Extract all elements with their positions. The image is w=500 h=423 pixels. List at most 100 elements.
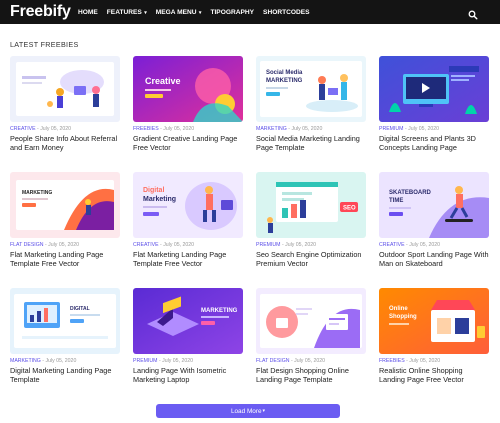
chevron-down-icon: ▾ (262, 408, 266, 414)
menu-item-label: FEATURES (106, 8, 142, 16)
post-thumbnail[interactable]: Social Media MARKETING (256, 56, 366, 122)
load-more-button[interactable]: Load More ▾ (156, 404, 340, 418)
post-title[interactable]: Social Media Marketing Landing Page Temp… (256, 134, 366, 152)
menu-item-shortcodes[interactable]: SHORTCODES (263, 9, 310, 16)
menu-item-home[interactable]: HOME (78, 9, 98, 16)
load-more-label: Load More (230, 407, 262, 415)
post-category[interactable]: CREATIVE (133, 242, 159, 248)
post-meta: CREATIVE - July 05, 2020 (10, 126, 72, 132)
post-date: July 05, 2020 (162, 358, 193, 364)
thumb-text: Digital (143, 187, 164, 194)
thumb-text: Social Media (266, 70, 303, 76)
post-thumbnail[interactable] (10, 56, 120, 122)
menu-item-features[interactable]: FEATURES ▾ (107, 9, 147, 16)
post-category[interactable]: FLAT DESIGN (10, 242, 44, 248)
post-thumbnail[interactable]: DIGITAL (10, 288, 120, 354)
post-card[interactable]: CREATIVE - July 05, 2020 People Share In… (10, 56, 120, 172)
post-date: July 05, 2020 (163, 126, 195, 132)
post-date: July 05, 2020 (294, 358, 326, 364)
menu-item-tipography[interactable]: TIPOGRAPHY (210, 9, 254, 16)
post-title[interactable]: People Share Info About Referral and Ear… (10, 134, 120, 152)
thumb-text: Creative (145, 76, 181, 86)
post-card[interactable]: SKATEBOARD TIME CREATIVE - July 05, 2020… (379, 172, 489, 288)
post-title[interactable]: Realistic Online Shopping Landing Page F… (379, 366, 489, 384)
post-card[interactable]: Creative FREEBIES - July 05, 2020 Gradie… (133, 56, 243, 172)
post-meta: PREMIUM - July 05, 2020 (256, 242, 316, 248)
post-category[interactable]: PREMIUM (256, 242, 281, 248)
thumb-text: SKATEBOARD (389, 190, 432, 196)
post-meta: FLAT DESIGN - July 05, 2020 (256, 358, 326, 364)
post-date: July 05, 2020 (163, 242, 195, 248)
main-menu: HOME FEATURES ▾ MEGA MENU ▾ TIPOGRAPHY S… (78, 9, 319, 16)
post-category[interactable]: MARKETING (256, 126, 287, 132)
thumb-text: MARKETING (22, 190, 52, 196)
post-card[interactable]: FLAT DESIGN - July 05, 2020 Flat Design … (256, 288, 366, 404)
post-title[interactable]: Flat Marketing Landing Page Template Fre… (133, 250, 243, 268)
post-date: July 05, 2020 (291, 126, 323, 132)
post-thumbnail[interactable]: SEO (256, 172, 366, 238)
post-thumbnail[interactable]: Creative (133, 56, 243, 122)
post-category[interactable]: PREMIUM (133, 358, 158, 364)
post-title[interactable]: Flat Design Shopping Online Landing Page… (256, 366, 366, 384)
search-button[interactable] (468, 7, 478, 20)
post-thumbnail[interactable]: MARKETING (10, 172, 120, 238)
menu-item-label: MEGA MENU (155, 8, 197, 16)
post-title[interactable]: Landing Page With Isometric Marketing La… (133, 366, 243, 384)
post-meta: MARKETING - July 05, 2020 (10, 358, 77, 364)
post-category[interactable]: FLAT DESIGN (256, 358, 290, 364)
post-thumbnail[interactable] (256, 288, 366, 354)
post-category[interactable]: CREATIVE (379, 242, 405, 248)
post-thumbnail[interactable]: MARKETING (133, 288, 243, 354)
post-category[interactable]: CREATIVE (10, 126, 36, 132)
post-date: July 05, 2020 (40, 126, 72, 132)
post-meta: FREEBIES - July 05, 2020 (379, 358, 441, 364)
post-category[interactable]: FREEBIES (133, 126, 159, 132)
search-icon (468, 10, 478, 20)
post-title[interactable]: Digital Marketing Landing Page Template (10, 366, 120, 384)
post-date: July 05, 2020 (45, 358, 77, 364)
post-category[interactable]: PREMIUM (379, 126, 404, 132)
post-date: July 05, 2020 (409, 242, 441, 248)
thumb-text: Shopping (389, 314, 417, 320)
post-card[interactable]: Social Media MARKETING MARKETING - July … (256, 56, 366, 172)
menu-item-label: TIPOGRAPHY (210, 8, 255, 16)
thumb-text: Marketing (143, 196, 176, 203)
post-card[interactable]: DIGITAL MARKETING - July 05, 2020 Digita… (10, 288, 120, 404)
thumb-text: MARKETING (201, 308, 238, 314)
post-meta: CREATIVE - July 05, 2020 (379, 242, 441, 248)
post-title[interactable]: Seo Search Engine Optimization Premium V… (256, 250, 366, 268)
post-category[interactable]: FREEBIES (379, 358, 405, 364)
thumb-text: Online (389, 306, 408, 312)
post-date: July 05, 2020 (409, 358, 441, 364)
section-title: LATEST FREEBIES (10, 40, 79, 49)
menu-item-label: HOME (78, 8, 98, 16)
menu-item-label: SHORTCODES (263, 8, 310, 16)
post-meta: FLAT DESIGN - July 05, 2020 (10, 242, 80, 248)
post-category[interactable]: MARKETING (10, 358, 41, 364)
post-thumbnail[interactable]: Online Shopping (379, 288, 489, 354)
thumb-text: TIME (389, 198, 403, 204)
post-title[interactable]: Gradient Creative Landing Page Free Vect… (133, 134, 243, 152)
post-date: July 05, 2020 (408, 126, 439, 132)
chevron-down-icon: ▾ (197, 9, 202, 16)
post-date: July 05, 2020 (48, 242, 80, 248)
post-card[interactable]: SEO PREMIUM - July 05, 2020 Seo Search E… (256, 172, 366, 288)
post-card[interactable]: Online Shopping FREEBIES - July 05, 2020… (379, 288, 489, 404)
post-card[interactable]: MARKETING PREMIUM - July 05, 2020 Landin… (133, 288, 243, 404)
post-thumbnail[interactable]: SKATEBOARD TIME (379, 172, 489, 238)
top-navbar: Freebify HOME FEATURES ▾ MEGA MENU ▾ TIP… (0, 0, 500, 24)
chevron-down-icon: ▾ (142, 9, 147, 16)
post-card[interactable]: PREMIUM - July 05, 2020 Digital Screens … (379, 56, 489, 172)
post-thumbnail[interactable]: Digital Marketing (133, 172, 243, 238)
thumb-text: SEO (343, 206, 356, 212)
post-title[interactable]: Digital Screens and Plants 3D Concepts L… (379, 134, 489, 152)
post-card[interactable]: Digital Marketing CREATIVE - July 05, 20… (133, 172, 243, 288)
post-card[interactable]: MARKETING FLAT DESIGN - July 05, 2020 Fl… (10, 172, 120, 288)
post-title[interactable]: Outdoor Sport Landing Page With Man on S… (379, 250, 489, 268)
post-meta: MARKETING - July 05, 2020 (256, 126, 323, 132)
post-thumbnail[interactable] (379, 56, 489, 122)
site-logo[interactable]: Freebify (10, 3, 78, 21)
menu-item-mega-menu[interactable]: MEGA MENU ▾ (156, 9, 202, 16)
thumb-text: DIGITAL (70, 306, 90, 312)
post-title[interactable]: Flat Marketing Landing Page Template Fre… (10, 250, 120, 268)
